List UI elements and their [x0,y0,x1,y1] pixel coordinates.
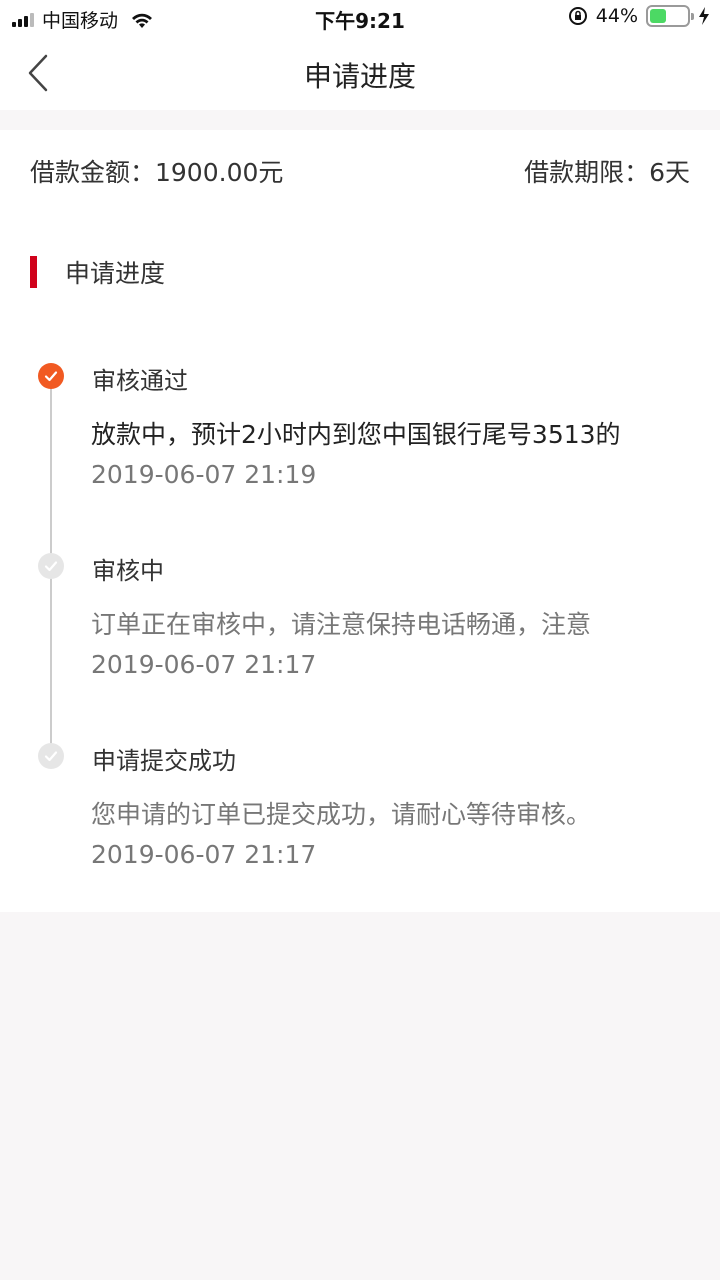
page-title: 申请进度 [303,60,416,93]
section-header: 申请进度 [30,256,165,288]
loan-term: 借款期限：6天 [524,158,690,187]
step-description: 放款中，预计2小时内到您中国银行尾号3513的 [91,420,621,449]
step-title: 审核中 [92,557,164,585]
battery-level [650,9,666,23]
loan-info: 借款金额：1900.00元 借款期限：6天 [30,153,690,189]
check-circle-icon [38,363,64,389]
step-time: 2019-06-07 21:17 [91,840,317,869]
status-bar-right: 44% [568,5,710,27]
status-bar: 中国移动 下午9:21 44% [0,0,720,36]
step-time: 2019-06-07 21:19 [91,460,317,489]
section-accent-bar [30,256,37,288]
charging-icon [699,7,709,25]
step-title: 审核通过 [92,367,188,395]
loan-amount: 借款金额：1900.00元 [30,158,284,187]
battery-icon [646,5,694,27]
progress-card: 借款金额：1900.00元 借款期限：6天 申请进度 审核通过 放款中，预计2小… [0,130,720,912]
step-description: 订单正在审核中，请注意保持电话畅通，注意 [91,610,592,639]
check-circle-icon [38,743,64,769]
rotation-lock-icon [568,7,587,25]
step-time: 2019-06-07 21:17 [91,650,317,679]
step-description: 您申请的订单已提交成功，请耐心等待审核。 [91,800,592,829]
step-title: 申请提交成功 [92,747,236,775]
nav-bar: 申请进度 [0,36,720,110]
section-title: 申请进度 [65,259,166,288]
check-circle-icon [38,553,64,579]
battery-percent: 44% [595,5,638,27]
